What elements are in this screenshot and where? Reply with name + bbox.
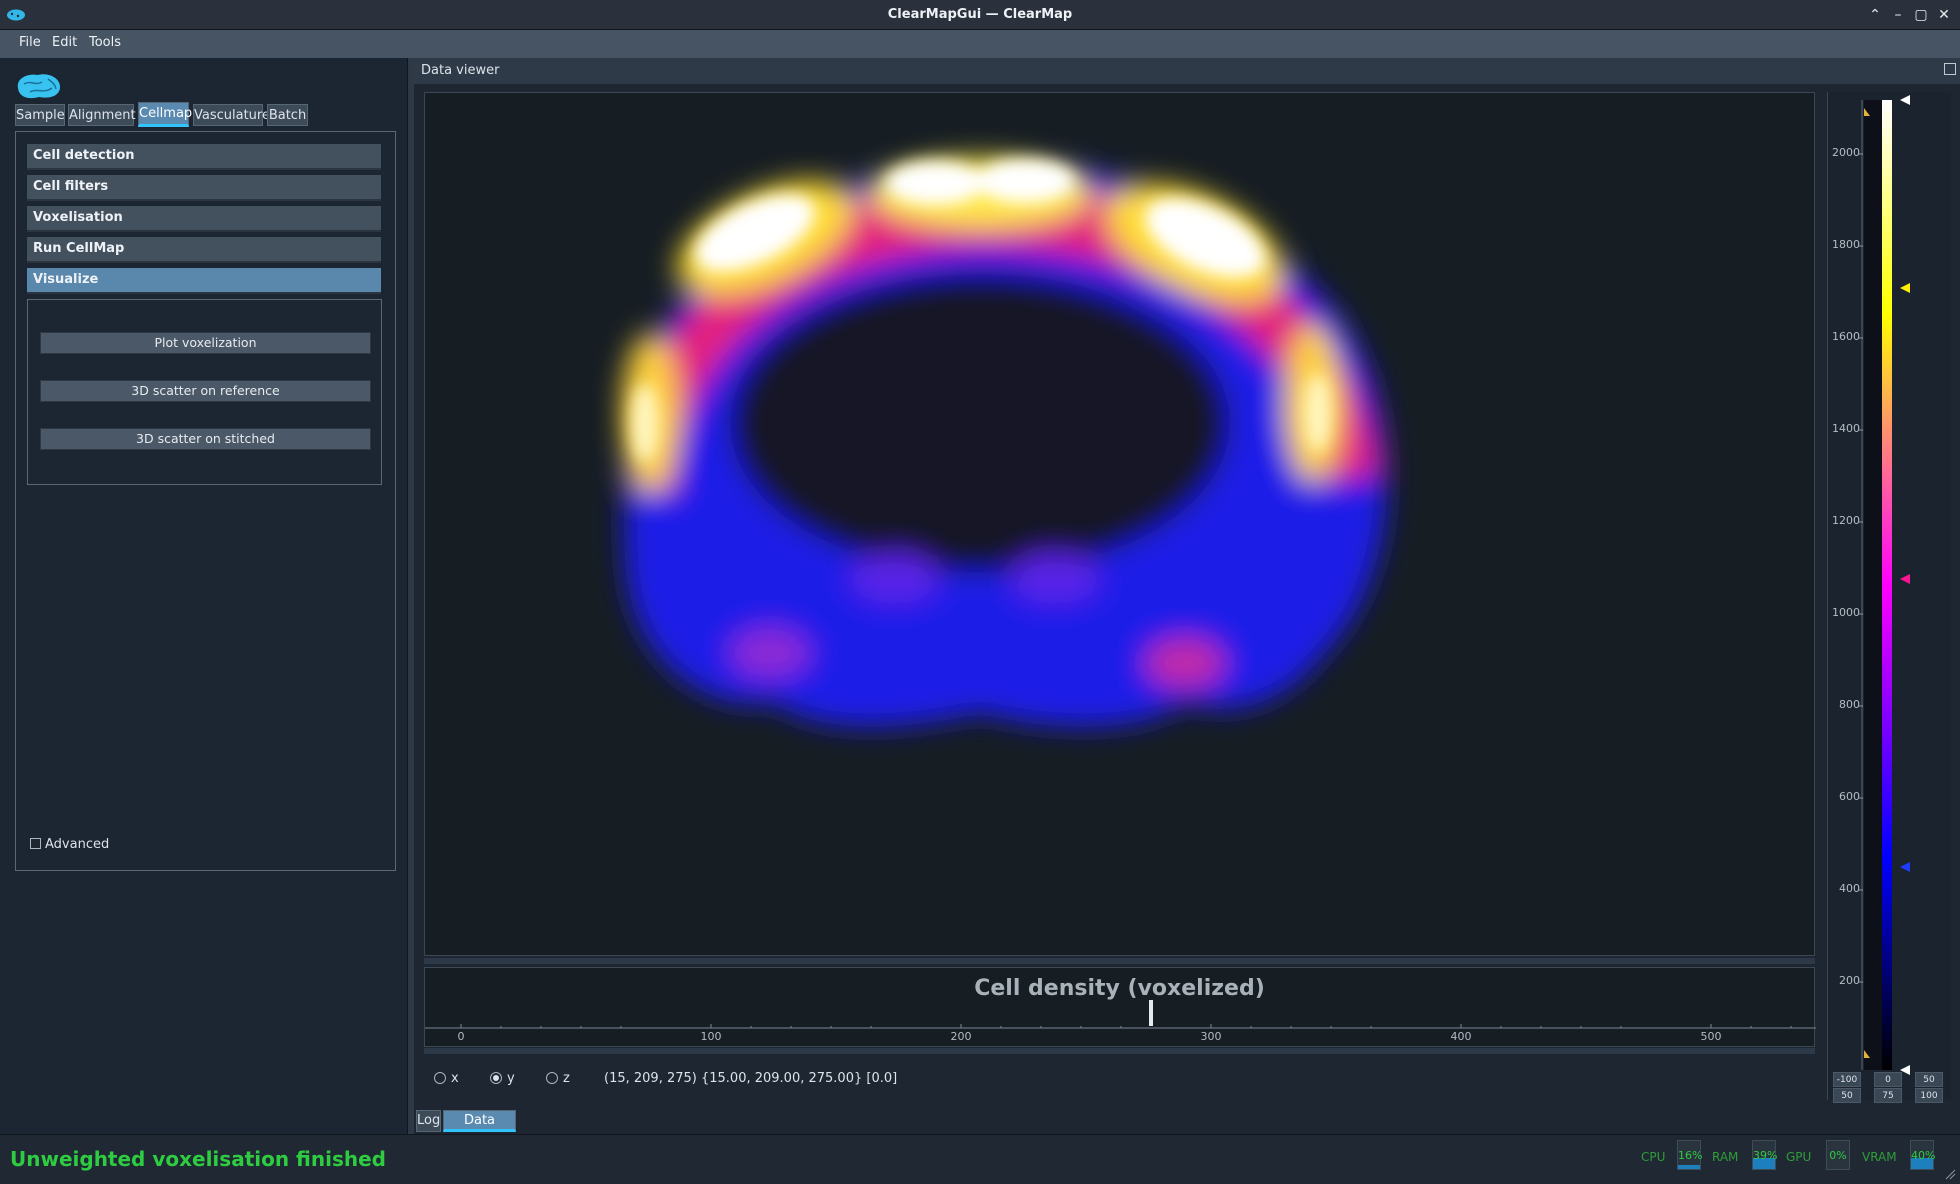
menu-edit[interactable]: Edit [50,35,79,50]
axis-tick: 500 [1700,1030,1722,1043]
vram-meter: 40% [1910,1140,1936,1170]
section-run-cellmap[interactable]: Run CellMap [27,237,381,263]
tab-alignment[interactable]: Alignment [68,104,136,126]
keep-above-button[interactable]: ⌃ [1865,5,1885,25]
ram-value: 39% [1753,1149,1778,1162]
image-view[interactable] [424,92,1815,956]
radio-y[interactable] [490,1072,502,1084]
resize-grip-icon[interactable] [1944,1168,1956,1180]
scatter-reference-button[interactable]: 3D scatter on reference [40,380,371,402]
axis-radio-z[interactable]: z [546,1071,570,1086]
tab-sample[interactable]: Sample [15,104,65,126]
slice-indicator[interactable] [1149,1000,1153,1026]
tab-cellmap[interactable]: Cellmap [138,102,192,127]
scatter-stitched-button[interactable]: 3D scatter on stitched [40,428,371,450]
radio-x[interactable] [434,1072,446,1084]
axis-label: z [563,1071,570,1086]
cbar-tick: 1600 [1832,330,1860,343]
tab-data-viewer[interactable]: Data viewer [443,1110,516,1148]
cbar-tick: 200 [1839,974,1860,987]
lut-preset-button[interactable]: -100 [1833,1072,1861,1087]
cbar-tick: 1800 [1832,238,1860,251]
axis-tick: 200 [950,1030,972,1043]
float-dock-icon[interactable] [1944,63,1956,75]
dock-title: Data viewer [421,63,500,78]
cbar-tick: 600 [1839,790,1860,803]
gpu-meter: 0% [1826,1140,1850,1170]
cpu-label: CPU [1641,1150,1666,1164]
colorbar-panel: 2000 1800 1600 1400 1200 1000 800 600 40… [1827,92,1951,1103]
axis-radio-y[interactable]: y [490,1071,515,1086]
view-splitter[interactable] [424,1048,1815,1054]
tab-vasculature[interactable]: Vasculature [193,104,270,126]
view-splitter[interactable] [424,958,1815,964]
ram-label: RAM [1712,1150,1739,1164]
section-cell-detection[interactable]: Cell detection [27,144,381,170]
axis-tick: 300 [1200,1030,1222,1043]
axis-label: x [451,1071,459,1086]
data-viewer-dock: Data viewer 2000 1800 1600 1400 1200 100… [414,58,1960,1148]
axis-radio-x[interactable]: x [434,1071,459,1086]
close-button[interactable]: ✕ [1934,5,1954,25]
plot-voxelization-button[interactable]: Plot voxelization [40,332,371,354]
gpu-value: 0% [1829,1149,1847,1162]
brain-logo-icon [17,74,61,99]
brain-density-image [622,158,1387,727]
section-cell-filters[interactable]: Cell filters [27,175,381,201]
cbar-tick: 2000 [1832,146,1860,159]
cursor-coordinates: (15, 209, 275) {15.00, 209.00, 275.00} [… [604,1071,898,1086]
visualize-group: Plot voxelization 3D scatter on referenc… [27,299,382,485]
tab-batch[interactable]: Batch [267,104,308,126]
slice-slider-panel: Cell density (voxelized) 0 100 200 300 4… [424,967,1816,1048]
slice-axis[interactable] [425,968,1816,1048]
cpu-value: 16% [1678,1149,1703,1162]
advanced-checkbox-box[interactable] [30,838,41,849]
cbar-tick: 1200 [1832,514,1860,527]
maximize-button[interactable]: ▢ [1911,5,1931,25]
menu-tools[interactable]: Tools [87,35,123,50]
section-voxelisation[interactable]: Voxelisation [27,206,381,232]
status-bar: Unweighted voxelisation finished [0,1134,1960,1184]
cbar-tick: 1400 [1832,422,1860,435]
menu-file[interactable]: File [17,35,43,50]
tab-log[interactable]: Log [416,1110,441,1132]
lut-preset-button[interactable]: 50 [1833,1088,1861,1103]
cbar-tick: 1000 [1832,606,1860,619]
radio-z[interactable] [546,1072,558,1084]
lut-preset-button[interactable]: 50 [1915,1072,1943,1087]
vram-value: 40% [1911,1149,1936,1162]
advanced-label: Advanced [45,837,110,852]
axis-tick: 100 [700,1030,722,1043]
ram-meter: 39% [1752,1140,1778,1170]
window-title: ClearMapGui — ClearMap [887,7,1073,22]
dock-header: Data viewer [414,58,1960,84]
axis-tick: 400 [1450,1030,1472,1043]
vram-label: VRAM [1862,1150,1897,1164]
advanced-checkbox[interactable]: Advanced [30,837,109,852]
menu-bar: File Edit Tools [0,30,1960,58]
cpu-meter: 16% [1677,1140,1703,1170]
lut-preset-button[interactable]: 75 [1874,1088,1902,1103]
main-window: ClearMapGui — ClearMap ⌃ – ▢ ✕ File Edit… [0,0,1960,1184]
lut-preset-button[interactable]: 100 [1915,1088,1943,1103]
lut-preset-button[interactable]: 0 [1874,1072,1902,1087]
axis-label: y [507,1071,515,1086]
gpu-label: GPU [1786,1150,1812,1164]
status-message: Unweighted voxelisation finished [10,1147,386,1171]
axis-tick: 0 [457,1030,465,1043]
title-bar: ClearMapGui — ClearMap ⌃ – ▢ ✕ [0,0,1960,30]
section-visualize[interactable]: Visualize [27,268,381,294]
cbar-tick: 400 [1839,882,1860,895]
cbar-tick: 800 [1839,698,1860,711]
minimize-button[interactable]: – [1888,5,1908,25]
